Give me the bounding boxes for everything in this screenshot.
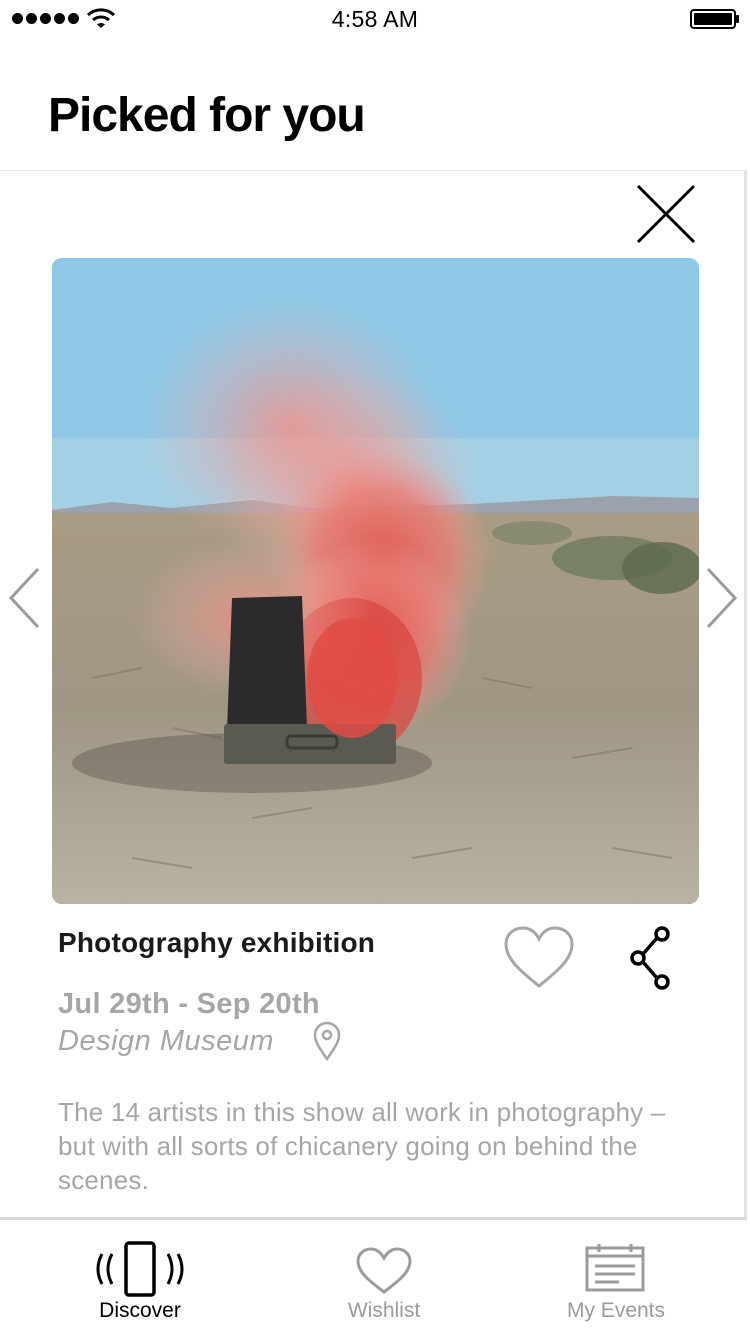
tab-discover[interactable]: Discover <box>80 1224 200 1334</box>
tab-label-discover: Discover <box>99 1299 181 1322</box>
tab-label-my-events: My Events <box>566 1299 666 1322</box>
share-icon[interactable] <box>626 924 674 992</box>
tab-my-events[interactable]: My Events <box>556 1224 676 1334</box>
close-icon[interactable] <box>634 182 698 246</box>
chevron-right-icon[interactable] <box>704 565 740 631</box>
event-description: The 14 artists in this show all work in … <box>58 1097 666 1195</box>
battery-icon <box>690 9 739 29</box>
event-photo[interactable] <box>52 258 699 904</box>
chevron-left-icon[interactable] <box>6 565 42 631</box>
tab-bar: Discover Wishlist My Events <box>0 1224 750 1334</box>
event-dates: Jul 29th - Sep 20th <box>58 988 320 1020</box>
status-bar: 4:58 AM <box>0 0 750 40</box>
phone-vibrate-icon <box>96 1241 184 1297</box>
status-time: 4:58 AM <box>331 6 419 32</box>
heart-icon[interactable] <box>502 924 576 992</box>
location-pin-icon[interactable] <box>312 1021 342 1061</box>
calendar-icon <box>585 1244 645 1292</box>
heart-icon <box>356 1247 412 1294</box>
event-title: Photography exhibition <box>58 927 376 958</box>
tab-wishlist[interactable]: Wishlist <box>324 1224 444 1334</box>
event-venue: Design Museum <box>58 1025 275 1057</box>
page-title: Picked for you <box>48 89 366 142</box>
tab-label-wishlist: Wishlist <box>347 1299 421 1322</box>
